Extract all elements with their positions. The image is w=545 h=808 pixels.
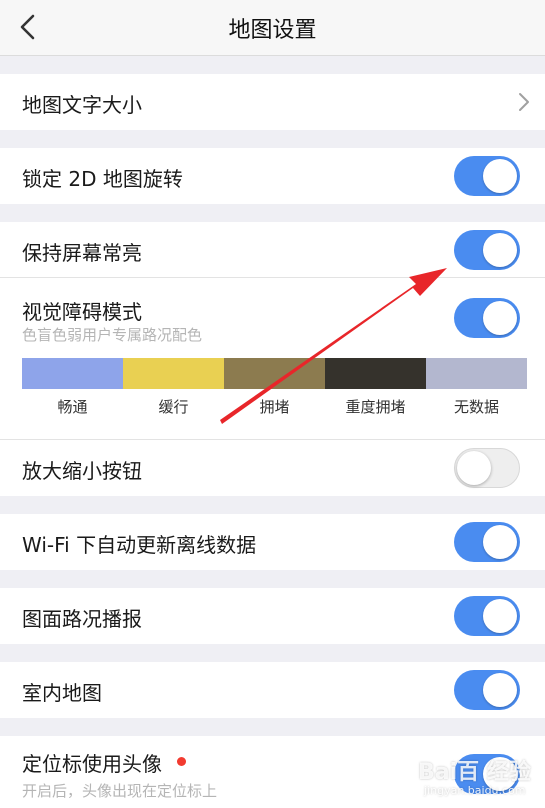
legend-label: 无数据 [453,398,499,416]
toggle-knob [457,451,491,485]
toggle-knob [483,233,517,267]
legend-label: 畅通 [57,398,88,416]
visual-impairment-toggle[interactable] [454,298,520,338]
setting-label: 锁定 2D 地图旋转 [22,167,183,191]
setting-row-lock-rotation: 锁定 2D 地图旋转 [0,148,545,204]
wifi-offline-update-toggle[interactable] [454,522,520,562]
setting-label: Wi-Fi 下自动更新离线数据 [22,533,257,557]
legend-label: 缓行 [158,398,189,416]
setting-label: 放大缩小按钮 [22,459,142,483]
indoor-map-toggle[interactable] [454,670,520,710]
setting-row-keep-screen-on: 保持屏幕常亮 [0,222,545,278]
legend-swatch-congested [224,358,325,389]
legend-swatch-heavy [325,358,426,389]
setting-row-indoor-map: 室内地图 [0,662,545,718]
zoom-buttons-toggle[interactable] [454,448,520,488]
traffic-color-legend [22,358,527,389]
lock-rotation-toggle[interactable] [454,156,520,196]
setting-row-wifi-offline-update: Wi-Fi 下自动更新离线数据 [0,514,545,570]
setting-label: 定位标使用头像 [22,752,162,776]
legend-label: 重度拥堵 [345,398,406,416]
toggle-knob [483,525,517,559]
legend-swatch-smooth [22,358,123,389]
legend-label: 拥堵 [259,398,290,416]
page-title: 地图设置 [228,18,317,43]
toggle-knob [483,301,517,335]
nav-bar: 地图设置 [0,0,545,56]
new-feature-dot [177,757,186,766]
traffic-legend-labels: 畅通 缓行 拥堵 重度拥堵 无数据 [22,396,527,417]
setting-row-traffic-broadcast: 图面路况播报 [0,588,545,644]
setting-label: 保持屏幕常亮 [22,241,142,265]
legend-swatch-slow [123,358,224,389]
chevron-right-icon [519,93,529,111]
setting-description: 开启后，头像出现在定位标上 [22,782,218,800]
setting-description: 色盲色弱用户专属路况配色 [22,326,203,344]
setting-label: 图面路况播报 [22,607,142,631]
keep-screen-on-toggle[interactable] [454,230,520,270]
setting-label: 视觉障碍模式 [22,300,142,324]
watermark-logo: Bai百 经验 [418,760,531,785]
traffic-broadcast-toggle[interactable] [454,596,520,636]
toggle-knob [483,599,517,633]
setting-label: 室内地图 [22,681,102,705]
toggle-knob [483,673,517,707]
setting-row-zoom-buttons: 放大缩小按钮 [0,440,545,496]
legend-swatch-no-data [426,358,527,389]
setting-label: 地图文字大小 [22,93,142,117]
watermark-url: jingyan.baidu.com [424,784,526,797]
toggle-knob [483,159,517,193]
setting-row-text-size[interactable]: 地图文字大小 [0,74,545,130]
